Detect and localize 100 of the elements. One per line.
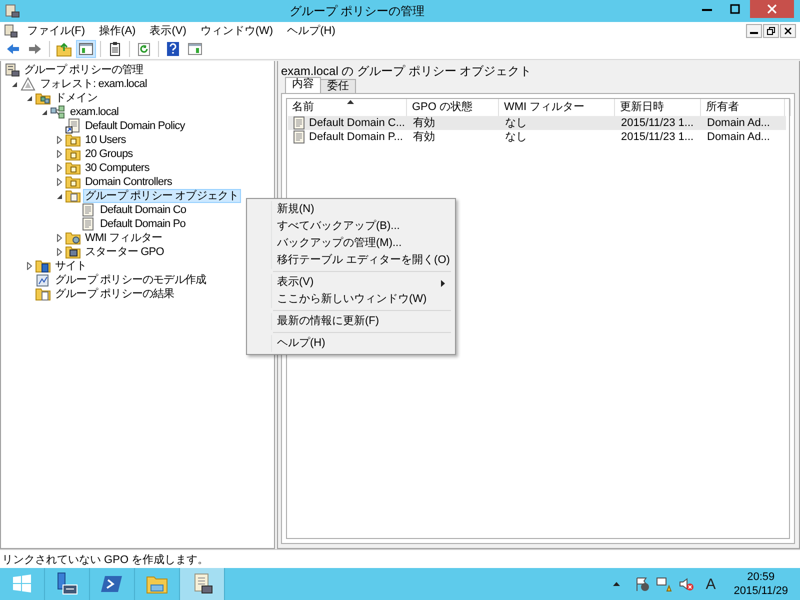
flag-icon bbox=[634, 576, 650, 592]
network-icon bbox=[50, 104, 66, 120]
table-cell: なし bbox=[505, 130, 527, 144]
window-title: グループ ポリシーの管理 bbox=[288, 2, 426, 20]
menu-item[interactable]: 表示(V) bbox=[142, 23, 194, 38]
scroll-icon bbox=[80, 202, 96, 218]
tree-item[interactable]: 20 Groups bbox=[83, 147, 135, 161]
table-row[interactable]: Default Domain C... 有効 なし 2015/11/23 1... Domain Ad... bbox=[288, 116, 786, 130]
tree-item[interactable]: グループ ポリシーのモデル作成 bbox=[53, 273, 208, 287]
input-mode-indicator[interactable]: A bbox=[706, 576, 716, 592]
table-cell: なし bbox=[505, 116, 527, 130]
folder-icon bbox=[65, 146, 81, 162]
tree-item[interactable]: Default Domain Policy bbox=[83, 119, 187, 133]
expand-arrow-icon[interactable] bbox=[26, 262, 33, 270]
expand-arrow-icon[interactable] bbox=[56, 248, 63, 256]
folder-icon bbox=[65, 160, 81, 176]
collapse-arrow-icon[interactable] bbox=[41, 108, 48, 116]
collapse-arrow-icon[interactable] bbox=[56, 192, 63, 200]
table-cell: 2015/11/23 1... bbox=[621, 130, 694, 144]
close-icon bbox=[767, 4, 777, 14]
folder-icon bbox=[65, 174, 81, 190]
up-button[interactable] bbox=[54, 40, 74, 58]
close-icon bbox=[784, 26, 792, 34]
server-icon bbox=[55, 572, 79, 596]
tree-item[interactable]: 10 Users bbox=[83, 133, 128, 147]
tree-item[interactable]: スターター GPO bbox=[83, 245, 166, 259]
close-button[interactable] bbox=[780, 24, 796, 38]
menu-item[interactable]: ウィンドウ(W) bbox=[193, 23, 280, 38]
app-icon bbox=[4, 3, 20, 19]
policy-console-button[interactable] bbox=[180, 568, 225, 600]
menu-item[interactable]: ヘルプ(H) bbox=[280, 23, 342, 38]
sort-arrow-icon bbox=[346, 100, 354, 104]
clock-time: 20:59 bbox=[747, 570, 775, 584]
folder-icon bbox=[65, 132, 81, 148]
arrow-right-icon bbox=[27, 41, 43, 57]
minimize-button[interactable] bbox=[746, 24, 762, 38]
tree-item[interactable]: フォレスト: exam.local bbox=[38, 77, 149, 91]
tree-item[interactable]: サイト bbox=[53, 259, 89, 273]
tree-item[interactable]: Domain Controllers bbox=[83, 175, 174, 189]
modeling-icon bbox=[35, 272, 51, 288]
tab[interactable]: 委任 bbox=[320, 79, 356, 93]
folder-arrow-icon bbox=[56, 41, 72, 57]
table-row[interactable]: Default Domain P... 有効 なし 2015/11/23 1... Domain Ad... bbox=[288, 130, 786, 144]
tree-item[interactable]: グループ ポリシー オブジェクト bbox=[83, 189, 241, 203]
table-cell: Default Domain P... bbox=[309, 130, 403, 144]
folder-icon bbox=[65, 244, 81, 260]
speaker-muted-icon bbox=[678, 576, 694, 592]
context-menu-item[interactable]: 新規(N) bbox=[271, 201, 453, 218]
maximize-icon bbox=[730, 4, 740, 14]
expand-arrow-icon[interactable] bbox=[56, 164, 63, 172]
arrow-left-icon bbox=[5, 41, 21, 57]
context-menu-item[interactable]: 表示(V) bbox=[271, 274, 453, 291]
network-warning-icon bbox=[656, 576, 672, 592]
tab[interactable]: 内容 bbox=[285, 77, 321, 93]
expand-arrow-icon[interactable] bbox=[56, 136, 63, 144]
scroll-icon bbox=[291, 129, 307, 145]
context-menu-item[interactable]: バックアップの管理(M)... bbox=[271, 235, 453, 252]
tree-item[interactable]: WMI フィルター bbox=[83, 231, 164, 245]
console-tree-button[interactable] bbox=[76, 40, 96, 58]
tree-item[interactable]: グループ ポリシーの結果 bbox=[53, 287, 176, 301]
table-cell: Default Domain C... bbox=[309, 116, 405, 130]
menu-item[interactable]: ファイル(F) bbox=[20, 23, 92, 38]
context-menu-item[interactable]: ヘルプ(H) bbox=[271, 335, 453, 352]
context-menu-item[interactable]: 最新の情報に更新(F) bbox=[271, 313, 453, 330]
context-menu-item[interactable]: ここから新しいウィンドウ(W) bbox=[271, 291, 453, 308]
expand-arrow-icon[interactable] bbox=[56, 234, 63, 242]
table-cell: 2015/11/23 1... bbox=[621, 116, 694, 130]
expand-arrow-icon[interactable] bbox=[56, 150, 63, 158]
tree-item[interactable]: exam.local bbox=[68, 105, 121, 119]
restore-icon bbox=[767, 26, 775, 34]
table-cell: Domain Ad... bbox=[707, 130, 770, 144]
scroll-icon bbox=[291, 115, 307, 131]
sites-folder-icon bbox=[35, 258, 51, 274]
pane-title: exam.local の グループ ポリシー オブジェクト bbox=[281, 63, 533, 78]
triangle-icon bbox=[20, 76, 36, 92]
panel-icon bbox=[78, 41, 94, 57]
shortcut-document-icon bbox=[65, 118, 81, 134]
tree-item[interactable]: 30 Computers bbox=[83, 161, 152, 175]
table-cell: 有効 bbox=[413, 116, 435, 130]
console-icon bbox=[4, 24, 18, 38]
status-text: リンクされていない GPO を作成します。 bbox=[2, 552, 209, 566]
tree-item[interactable]: Default Domain Co bbox=[98, 203, 188, 217]
tree-item[interactable]: ドメイン bbox=[53, 91, 100, 105]
scroll-icon bbox=[80, 216, 96, 232]
table-cell: Domain Ad... bbox=[707, 116, 770, 130]
restore-button[interactable] bbox=[763, 24, 779, 38]
collapse-arrow-icon[interactable] bbox=[26, 94, 33, 102]
console-icon bbox=[4, 62, 20, 78]
context-menu-item[interactable]: すべてバックアップ(B)... bbox=[271, 218, 453, 235]
menu-item[interactable]: 操作(A) bbox=[92, 23, 143, 38]
table-cell: 有効 bbox=[413, 130, 435, 144]
tree-item[interactable]: Default Domain Po bbox=[98, 217, 188, 231]
caret-up-icon bbox=[612, 582, 620, 586]
tree-item[interactable]: グループ ポリシーの管理 bbox=[22, 63, 146, 77]
filter-folder-icon bbox=[65, 230, 81, 246]
expand-arrow-icon[interactable] bbox=[56, 178, 63, 186]
context-menu-item[interactable]: 移行テーブル エディターを開く(O) bbox=[271, 252, 453, 269]
collapse-arrow-icon[interactable] bbox=[11, 80, 18, 88]
action-pane-button[interactable] bbox=[185, 40, 205, 58]
report-folder-icon bbox=[35, 286, 51, 302]
